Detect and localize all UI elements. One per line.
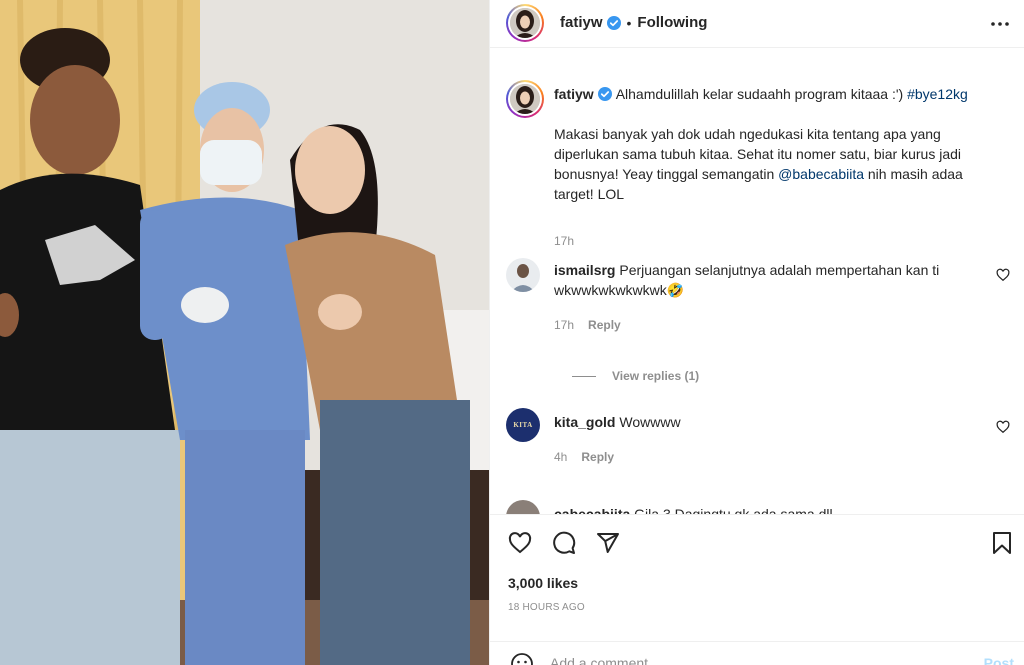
post-modal: fatiyw • Following fatiyw Alhamdulillah … xyxy=(0,0,1024,665)
comment-text: cabecabiita Gila 3 Dagingtu gk ada sama … xyxy=(554,504,982,514)
comment-text: ismailsrg Perjuangan selanjutnya adalah … xyxy=(554,260,982,300)
add-comment-bar: Post xyxy=(490,641,1024,665)
author-avatar[interactable] xyxy=(506,4,544,42)
caption-mention[interactable]: @babecabiita xyxy=(778,166,864,182)
commenter-avatar[interactable]: KITA xyxy=(506,408,540,442)
comment-input[interactable] xyxy=(550,651,930,665)
comment-item: KITA kita_gold Wowwww 4h Reply xyxy=(506,408,1012,468)
comment-item: cabecabiita Gila 3 Dagingtu gk ada sama … xyxy=(506,500,1012,514)
caption-username[interactable]: fatiyw xyxy=(554,86,594,102)
rofl-emoji: 🤣 xyxy=(666,282,685,298)
reply-button[interactable]: Reply xyxy=(588,318,621,332)
post-photo[interactable] xyxy=(0,0,489,665)
caption-time: 17h xyxy=(554,234,575,248)
caption: fatiyw Alhamdulillah kelar sudaahh progra… xyxy=(506,80,1012,248)
caption-hashtag[interactable]: #bye12kg xyxy=(907,86,968,102)
comment-username[interactable]: kita_gold xyxy=(554,414,615,430)
following-button[interactable]: Following xyxy=(637,14,707,31)
post-details-panel: fatiyw • Following fatiyw Alhamdulillah … xyxy=(489,0,1024,665)
likes-count[interactable]: 3,000 likes xyxy=(508,575,578,591)
reply-button[interactable]: Reply xyxy=(581,450,614,464)
verified-icon xyxy=(597,87,612,101)
caption-avatar[interactable] xyxy=(506,80,544,118)
comment-text: kita_gold Wowwww xyxy=(554,412,982,432)
comment-body: Gila 3 Dagingtu gk ada sama dll xyxy=(634,506,833,514)
post-comment-button[interactable]: Post xyxy=(984,655,1014,665)
comment-like-icon[interactable] xyxy=(996,268,1010,282)
kita-logo-text: KITA xyxy=(513,421,533,429)
commenter-avatar[interactable] xyxy=(506,500,540,514)
caption-text: fatiyw Alhamdulillah kelar sudaahh progra… xyxy=(554,84,996,204)
post-actions: 3,000 likes 18 HOURS AGO Post xyxy=(490,514,1024,665)
comment-meta: 17h Reply xyxy=(554,318,621,332)
comment-like-icon[interactable] xyxy=(996,420,1010,434)
comment-username[interactable]: ismailsrg xyxy=(554,262,615,278)
comment-icon[interactable] xyxy=(552,531,576,555)
bookmark-icon[interactable] xyxy=(990,531,1014,555)
post-timestamp: 18 HOURS AGO xyxy=(508,602,585,613)
heart-icon[interactable] xyxy=(508,531,532,555)
view-replies-label: View replies (1) xyxy=(612,369,700,383)
replies-divider xyxy=(572,375,596,377)
photo-illustration xyxy=(0,0,489,665)
view-replies-button[interactable]: View replies (1) xyxy=(572,369,699,383)
commenter-avatar[interactable] xyxy=(506,258,540,292)
comment-meta: 4h Reply xyxy=(554,450,614,464)
more-options-icon[interactable] xyxy=(990,14,1010,34)
comments-list[interactable]: fatiyw Alhamdulillah kelar sudaahh progra… xyxy=(490,64,1024,514)
emoji-icon[interactable] xyxy=(510,652,534,665)
verified-icon xyxy=(606,15,621,30)
header-separator: • xyxy=(626,14,632,31)
post-header: fatiyw • Following xyxy=(490,0,1024,48)
comment-body: Wowwww xyxy=(619,414,681,430)
author-username[interactable]: fatiyw xyxy=(560,14,603,31)
comment-time: 17h xyxy=(554,318,575,332)
comment-item: ismailsrg Perjuangan selanjutnya adalah … xyxy=(506,256,1012,383)
comment-time: 4h xyxy=(554,450,568,464)
caption-first-line: Alhamdulillah kelar sudaahh program kita… xyxy=(615,86,908,102)
comment-username[interactable]: cabecabiita xyxy=(554,506,630,514)
share-icon[interactable] xyxy=(596,531,620,555)
